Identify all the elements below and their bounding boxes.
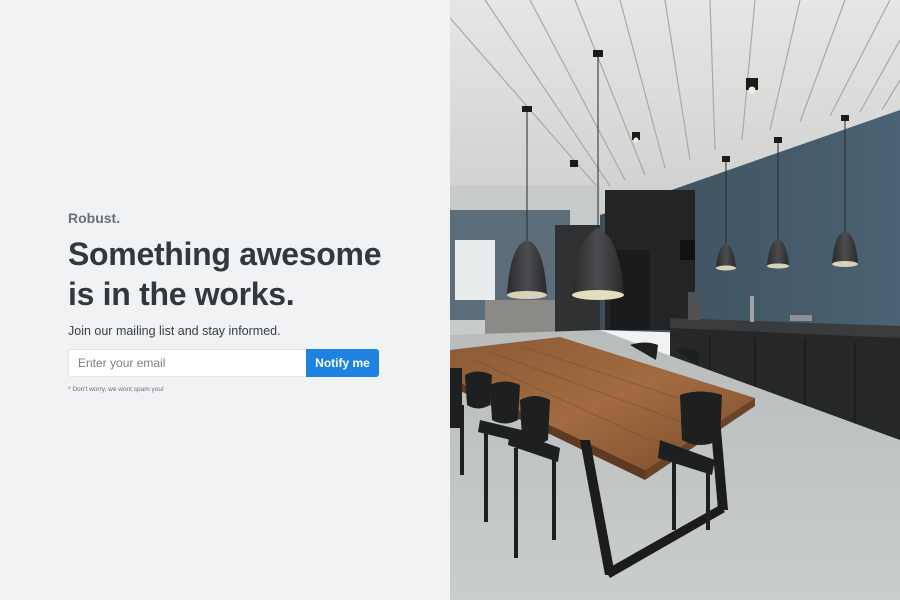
office-kitchen-image (450, 0, 900, 600)
page-title: Something awesome is in the works. (68, 234, 388, 314)
disclaimer-text: * Don't worry, we wont spam you! (68, 386, 164, 393)
signup-form: Notify me (68, 349, 379, 377)
notify-button[interactable]: Notify me (306, 349, 379, 377)
hero-photo (450, 0, 900, 600)
headline-line-2: is in the works. (68, 276, 295, 312)
headline-line-1: Something awesome (68, 236, 382, 272)
email-field[interactable] (68, 349, 306, 377)
signup-panel: Robust. Something awesome is in the work… (0, 0, 450, 600)
signup-content: Robust. Something awesome is in the work… (68, 210, 388, 393)
brand-name: Robust. (68, 210, 121, 226)
subtitle: Join our mailing list and stay informed. (68, 324, 281, 338)
